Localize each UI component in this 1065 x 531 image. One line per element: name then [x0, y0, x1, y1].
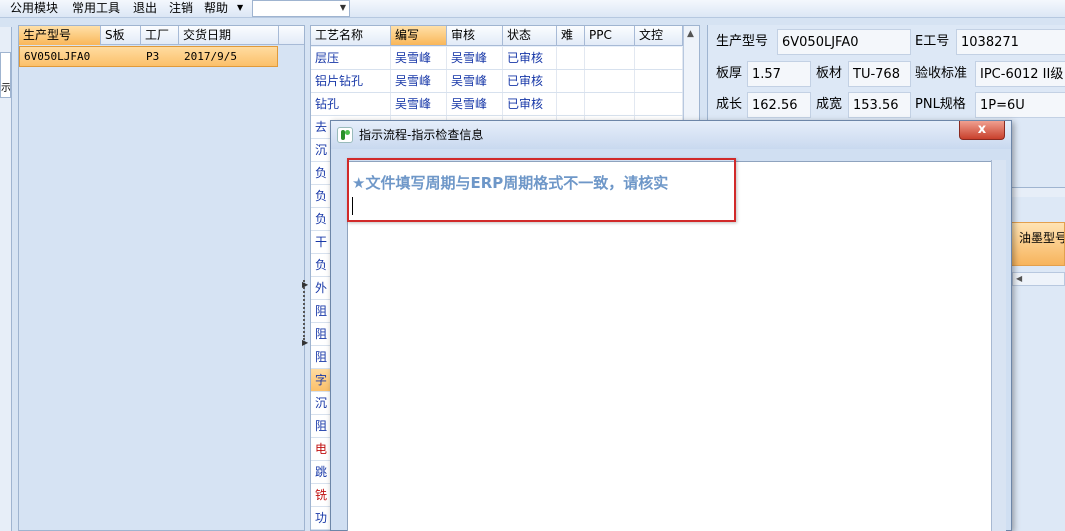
cell-ppc: [585, 70, 635, 92]
menu-help[interactable]: 帮助: [204, 1, 228, 15]
label-model: 生产型号: [716, 34, 769, 49]
cell-process-name: 铝片钻孔: [311, 70, 391, 92]
field-pnl[interactable]: 1P=6U: [975, 92, 1065, 118]
annotation-highlight-box: [347, 158, 736, 222]
table-row[interactable]: 钻孔 吴雪峰 吴雪峰 已审核: [311, 93, 683, 116]
field-model[interactable]: 6V050LJFA0: [777, 29, 911, 55]
col-doc-control[interactable]: 文控: [635, 26, 683, 45]
scroll-left-icon[interactable]: ◀: [1016, 274, 1022, 283]
col-writer[interactable]: 编写: [391, 26, 447, 45]
label-e-no: E工号: [915, 34, 950, 49]
col-process-name[interactable]: 工艺名称: [311, 26, 391, 45]
cell-reviewer: 吴雪峰: [447, 47, 503, 69]
splitter-arrow-icon[interactable]: ▶: [302, 338, 308, 347]
toolbar-combo[interactable]: ▼: [252, 0, 350, 17]
field-standard[interactable]: IPC-6012 II级: [975, 61, 1065, 87]
cell-writer: 吴雪峰: [391, 70, 447, 92]
order-grid: 生产型号 S板 工厂 交货日期 6V050LJFA0 P3 2017/9/5: [18, 25, 305, 531]
cell-ppc: [585, 93, 635, 115]
label-width: 成宽: [816, 97, 843, 112]
cell-reviewer: 吴雪峰: [447, 70, 503, 92]
process-grid-header: 工艺名称 编写 审核 状态 难 PPC 文控: [311, 26, 683, 46]
cell-difficulty: [557, 70, 585, 92]
cell-status: 已审核: [503, 70, 557, 92]
menu-bar: 公用模块 常用工具 退出 注销 帮助 ▼ ▼: [0, 0, 1065, 18]
cell-reviewer: 吴雪峰: [447, 93, 503, 115]
cell-difficulty: [557, 93, 585, 115]
cell-doc-control: [635, 70, 683, 92]
splitter-arrow-icon[interactable]: ▶: [302, 280, 308, 289]
cell-writer: 吴雪峰: [391, 93, 447, 115]
ink-grid-hscrollbar[interactable]: ◀: [1012, 272, 1065, 286]
cell-writer: 吴雪峰: [391, 47, 447, 69]
combo-dropdown-icon[interactable]: ▼: [340, 3, 346, 12]
scroll-up-icon[interactable]: ▲: [687, 29, 694, 39]
col-reviewer[interactable]: 审核: [447, 26, 503, 45]
field-width[interactable]: 153.56: [848, 92, 911, 118]
col-s-board[interactable]: S板: [101, 26, 141, 45]
left-collapsed-panel: 示: [0, 27, 12, 531]
dialog-scrollbar[interactable]: [991, 160, 1006, 531]
cell-model: 6V050LJFA0: [24, 50, 91, 63]
cell-doc-control: [635, 47, 683, 69]
col-difficulty[interactable]: 难: [557, 26, 585, 45]
menu-public-modules[interactable]: 公用模块: [10, 1, 58, 15]
label-pnl: PNL规格: [915, 97, 966, 112]
cell-doc-control: [635, 93, 683, 115]
dialog-title: 指示流程-指示检查信息: [359, 128, 484, 142]
label-standard: 验收标准: [915, 66, 968, 81]
cell-status: 已审核: [503, 93, 557, 115]
menu-logout[interactable]: 注销: [169, 1, 193, 15]
label-thickness: 板厚: [716, 66, 743, 81]
field-thickness[interactable]: 1.57: [747, 61, 811, 87]
field-length[interactable]: 162.56: [747, 92, 811, 118]
order-grid-header: 生产型号 S板 工厂 交货日期: [19, 26, 304, 45]
col-ppc[interactable]: PPC: [585, 26, 635, 45]
col-factory[interactable]: 工厂: [141, 26, 179, 45]
table-row[interactable]: 铝片钻孔 吴雪峰 吴雪峰 已审核: [311, 70, 683, 93]
cell-process-name: 层压: [311, 47, 391, 69]
field-material[interactable]: TU-768: [848, 61, 911, 87]
help-dropdown-icon[interactable]: ▼: [237, 3, 243, 12]
cell-s-board: [102, 47, 142, 66]
col-ink-model[interactable]: 油墨型号: [1010, 222, 1065, 266]
col-model[interactable]: 生产型号: [19, 26, 101, 45]
splitter-grip[interactable]: [303, 280, 307, 340]
table-row[interactable]: 层压 吴雪峰 吴雪峰 已审核: [311, 47, 683, 70]
cell-ppc: [585, 47, 635, 69]
menu-common-tools[interactable]: 常用工具: [72, 1, 120, 15]
cell-difficulty: [557, 47, 585, 69]
label-length: 成长: [716, 97, 743, 112]
dialog-titlebar[interactable]: 指示流程-指示检查信息 x: [331, 121, 1011, 149]
table-row[interactable]: 6V050LJFA0 P3 2017/9/5: [19, 46, 278, 67]
left-collapsed-tab[interactable]: 示: [0, 52, 11, 98]
col-delivery-date[interactable]: 交货日期: [179, 26, 279, 45]
field-e-no[interactable]: 1038271: [956, 29, 1065, 55]
app-logo-icon: [337, 127, 353, 143]
cell-process-name: 钻孔: [311, 93, 391, 115]
menu-exit[interactable]: 退出: [133, 1, 157, 15]
cell-delivery-date: 2017/9/5: [184, 50, 237, 63]
cell-factory: P3: [146, 50, 160, 63]
cell-status: 已审核: [503, 47, 557, 69]
label-material: 板材: [816, 66, 843, 81]
close-button[interactable]: x: [959, 121, 1005, 140]
col-status[interactable]: 状态: [503, 26, 557, 45]
